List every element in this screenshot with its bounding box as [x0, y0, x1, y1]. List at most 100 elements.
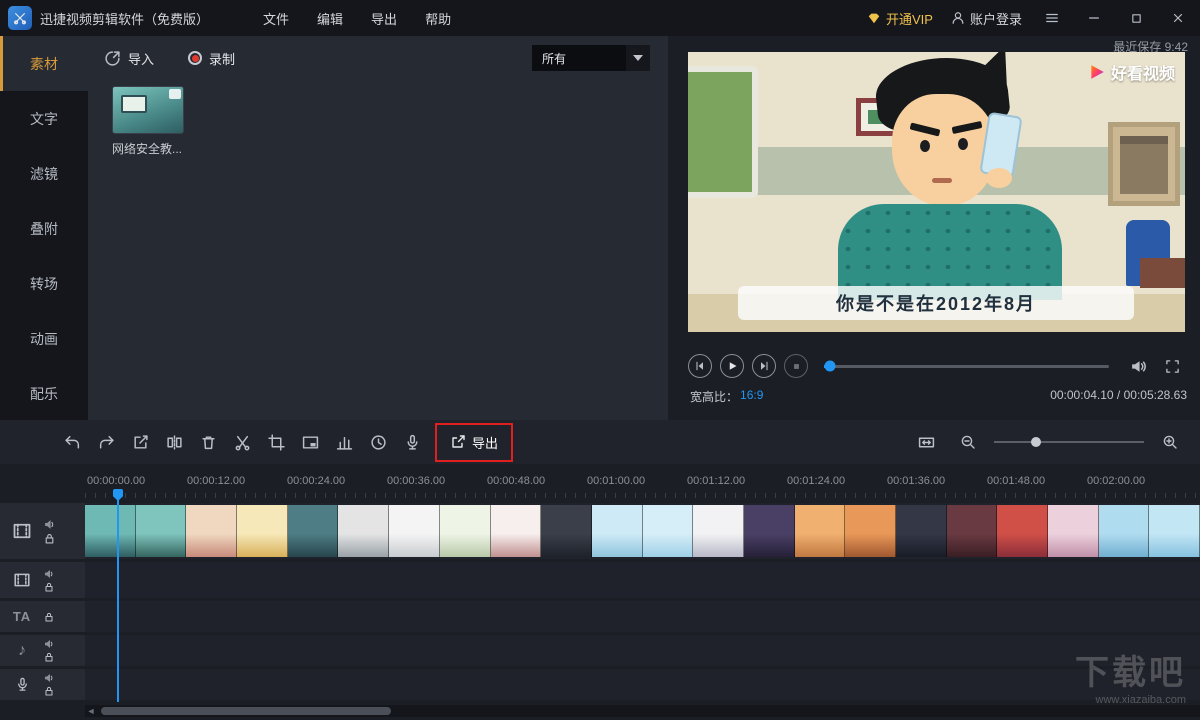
overlay-track: [0, 562, 1200, 598]
edit-clip-button[interactable]: [124, 426, 156, 458]
trim-clip-button[interactable]: [226, 426, 258, 458]
music-track-lane[interactable]: [85, 635, 1200, 666]
track-mute-icon[interactable]: [44, 673, 54, 683]
delete-clip-button[interactable]: [192, 426, 224, 458]
sidebar-item-text[interactable]: 文字: [0, 91, 88, 146]
overlay-track-lane[interactable]: [85, 562, 1200, 598]
timeline-clip-thumbnail[interactable]: [136, 505, 187, 557]
export-button[interactable]: 导出: [438, 427, 510, 458]
scrollbar-thumb[interactable]: [101, 707, 391, 715]
timeline-clip-thumbnail[interactable]: [693, 505, 744, 557]
track-mute-icon[interactable]: [44, 519, 55, 530]
sidebar-item-animation[interactable]: 动画: [0, 311, 88, 366]
track-lock-icon[interactable]: [44, 612, 54, 622]
zoom-knob[interactable]: [1031, 437, 1041, 447]
timeline-clip-thumbnail[interactable]: [85, 505, 136, 557]
media-item[interactable]: 网络安全教...: [112, 86, 188, 157]
track-lock-icon[interactable]: [44, 582, 54, 592]
record-button[interactable]: 录制: [188, 49, 235, 68]
track-mute-icon[interactable]: [44, 569, 54, 579]
fit-timeline-button[interactable]: [910, 426, 942, 458]
split-clip-button[interactable]: [158, 426, 190, 458]
timeline-clip-thumbnail[interactable]: [186, 505, 237, 557]
timeline-clip-thumbnail[interactable]: [592, 505, 643, 557]
timeline-clip-thumbnail[interactable]: [237, 505, 288, 557]
timeline-clip-thumbnail[interactable]: [1099, 505, 1150, 557]
track-lock-icon[interactable]: [44, 652, 54, 662]
ruler-tick-label: 00:01:24.00: [787, 475, 845, 487]
import-button[interactable]: 导入: [104, 49, 154, 68]
stop-button[interactable]: [784, 354, 808, 378]
menu-help[interactable]: 帮助: [411, 1, 465, 36]
voice-track-lane[interactable]: [85, 669, 1200, 700]
video-preview[interactable]: 你是不是在2012年8月 好看视频: [688, 52, 1185, 332]
crop-button[interactable]: [260, 426, 292, 458]
timeline-clip-thumbnail[interactable]: [440, 505, 491, 557]
sidebar-item-media[interactable]: 素材: [0, 36, 88, 91]
maximize-button[interactable]: [1124, 6, 1148, 30]
next-frame-button[interactable]: [752, 354, 776, 378]
text-track-lane[interactable]: [85, 601, 1200, 632]
track-lock-icon[interactable]: [44, 686, 54, 696]
video-track-header[interactable]: [0, 503, 85, 559]
voiceover-button[interactable]: [396, 426, 428, 458]
menu-export[interactable]: 导出: [357, 1, 411, 36]
timeline-clip-thumbnail[interactable]: [845, 505, 896, 557]
track-lock-icon[interactable]: [44, 533, 55, 544]
timeline-clip-thumbnail[interactable]: [288, 505, 339, 557]
zoom-out-button[interactable]: [952, 426, 984, 458]
timeline-clip-thumbnail[interactable]: [1149, 505, 1200, 557]
sidebar-item-overlay[interactable]: 叠附: [0, 201, 88, 256]
playhead-handle[interactable]: [113, 489, 123, 501]
menu-file[interactable]: 文件: [249, 1, 303, 36]
zoom-in-button[interactable]: [1154, 426, 1186, 458]
timeline-scrollbar[interactable]: ◄: [85, 705, 1200, 717]
volume-button[interactable]: [1125, 350, 1151, 382]
timeline-clip-thumbnail[interactable]: [643, 505, 694, 557]
prev-frame-button[interactable]: [688, 354, 712, 378]
track-mute-icon[interactable]: [44, 639, 54, 649]
timeline-clip-thumbnail[interactable]: [997, 505, 1048, 557]
pip-button[interactable]: [294, 426, 326, 458]
video-track-lane[interactable]: [85, 503, 1200, 559]
timeline-clip-thumbnail[interactable]: [795, 505, 846, 557]
music-track-header[interactable]: ♪: [0, 635, 85, 666]
text-track-header[interactable]: TA: [0, 601, 85, 632]
playhead[interactable]: [117, 489, 119, 702]
menu-edit[interactable]: 编辑: [303, 1, 357, 36]
timeline-clip-thumbnail[interactable]: [338, 505, 389, 557]
timeline-clip-thumbnail[interactable]: [896, 505, 947, 557]
stats-button[interactable]: [328, 426, 360, 458]
sidebar-item-filter[interactable]: 滤镜: [0, 146, 88, 201]
video-watermark: 好看视频: [1088, 60, 1175, 84]
timeline-clip-thumbnail[interactable]: [744, 505, 795, 557]
redo-button[interactable]: [90, 426, 122, 458]
timeline-clip-thumbnail[interactable]: [491, 505, 542, 557]
seek-knob[interactable]: [824, 361, 835, 372]
zoom-slider[interactable]: [994, 441, 1144, 443]
play-button[interactable]: [720, 354, 744, 378]
scroll-left-arrow[interactable]: ◄: [85, 706, 97, 716]
sidebar: 素材 文字 滤镜 叠附 转场 动画 配乐: [0, 36, 88, 420]
fullscreen-button[interactable]: [1159, 350, 1185, 382]
aspect-ratio-value[interactable]: 16:9: [740, 388, 763, 405]
hamburger-menu-button[interactable]: [1040, 6, 1064, 30]
overlay-track-header[interactable]: [0, 562, 85, 598]
close-button[interactable]: [1166, 6, 1190, 30]
seek-slider[interactable]: [824, 365, 1109, 368]
timeline-ruler[interactable]: 00:00:00.0000:00:12.0000:00:24.0000:00:3…: [85, 470, 1200, 498]
voice-track-header[interactable]: [0, 669, 85, 700]
login-button[interactable]: 账户登录: [951, 9, 1022, 28]
timeline-clip-thumbnail[interactable]: [947, 505, 998, 557]
duration-button[interactable]: [362, 426, 394, 458]
undo-button[interactable]: [56, 426, 88, 458]
play-logo-icon: [1088, 63, 1106, 81]
sidebar-item-transition[interactable]: 转场: [0, 256, 88, 311]
timeline-clip-thumbnail[interactable]: [389, 505, 440, 557]
vip-button[interactable]: 开通VIP: [867, 9, 933, 28]
sidebar-item-music[interactable]: 配乐: [0, 366, 88, 421]
timeline-clip-thumbnail[interactable]: [541, 505, 592, 557]
timeline-clip-thumbnail[interactable]: [1048, 505, 1099, 557]
media-filter-dropdown[interactable]: 所有: [532, 45, 650, 71]
minimize-button[interactable]: [1082, 6, 1106, 30]
